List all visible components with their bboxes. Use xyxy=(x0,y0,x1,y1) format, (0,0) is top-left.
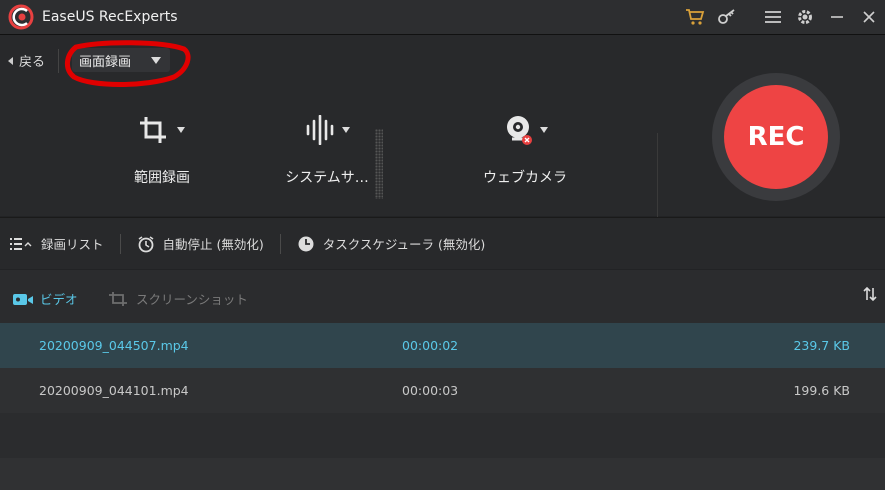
region-record-tool[interactable]: 範囲録画 xyxy=(92,101,232,201)
table-row[interactable]: 20200909_044507.mp4 00:00:02 239.7 KB xyxy=(0,323,885,368)
task-scheduler-label: タスクスケジューラ (無効化) xyxy=(322,237,486,252)
file-duration: 00:00:03 xyxy=(402,383,459,398)
video-camera-icon xyxy=(13,293,33,305)
caret-down-icon xyxy=(540,127,548,133)
auto-stop-label: 自動停止 (無効化) xyxy=(162,237,264,252)
task-scheduler-button[interactable]: タスクスケジューラ (無効化) xyxy=(297,234,485,253)
caret-down-icon xyxy=(342,127,350,133)
back-button[interactable]: 戻る xyxy=(8,51,45,70)
divider xyxy=(58,49,59,73)
file-duration: 00:00:02 xyxy=(402,338,459,353)
file-name: 20200909_044507.mp4 xyxy=(39,338,189,353)
title-bar: EaseUS RecExperts xyxy=(0,0,885,34)
crop-icon xyxy=(140,117,166,143)
sort-icon[interactable] xyxy=(863,286,877,306)
file-size: 239.7 KB xyxy=(793,338,850,353)
table-row[interactable]: 20200909_044101.mp4 00:00:03 199.6 KB xyxy=(0,368,885,413)
screenshot-crop-icon xyxy=(109,291,127,306)
cart-icon[interactable] xyxy=(679,0,711,34)
auto-stop-button[interactable]: 自動停止 (無効化) xyxy=(137,234,264,253)
divider xyxy=(279,233,281,254)
rec-button[interactable]: REC xyxy=(724,85,828,189)
tab-screenshot-label: スクリーンショット xyxy=(136,292,248,307)
key-icon[interactable] xyxy=(711,0,743,34)
drag-handle xyxy=(375,129,383,199)
close-icon[interactable] xyxy=(853,0,885,34)
app-logo-icon xyxy=(8,4,34,30)
gear-icon[interactable] xyxy=(789,0,821,34)
divider xyxy=(119,233,121,254)
empty-row xyxy=(0,413,885,458)
app-title: EaseUS RecExperts xyxy=(42,9,178,25)
tab-screenshot[interactable]: スクリーンショット xyxy=(108,289,248,308)
recording-list-toggle[interactable]: 録画リスト xyxy=(9,234,104,253)
back-label: 戻る xyxy=(19,55,46,70)
region-record-label: 範囲録画 xyxy=(134,170,190,186)
file-name: 20200909_044101.mp4 xyxy=(39,383,189,398)
divider xyxy=(657,133,658,223)
tab-video-label: ビデオ xyxy=(40,292,78,307)
clock-icon xyxy=(298,236,314,251)
webcam-label: ウェブカメラ xyxy=(483,170,567,186)
list-options-bar: 録画リスト 自動停止 (無効化) タスクスケジューラ (無効化) xyxy=(0,217,885,269)
webcam-tool[interactable]: ウェブカメラ xyxy=(455,101,595,201)
menu-icon[interactable] xyxy=(757,0,789,34)
back-arrow-icon xyxy=(8,56,13,65)
empty-row xyxy=(0,458,885,490)
webcam-icon xyxy=(507,116,532,145)
caret-down-icon xyxy=(177,127,185,133)
minimize-icon[interactable] xyxy=(821,0,853,34)
file-size: 199.6 KB xyxy=(793,383,850,398)
file-list-panel: ビデオ スクリーンショット 20200909_044507.mp4 00:00:… xyxy=(0,270,885,490)
alarm-clock-icon xyxy=(138,235,153,252)
audio-wave-icon xyxy=(306,115,334,145)
list-icon xyxy=(10,237,32,250)
tab-video[interactable]: ビデオ xyxy=(12,289,78,308)
red-annotation-circle xyxy=(65,40,191,87)
recording-list-label: 録画リスト xyxy=(41,237,104,252)
